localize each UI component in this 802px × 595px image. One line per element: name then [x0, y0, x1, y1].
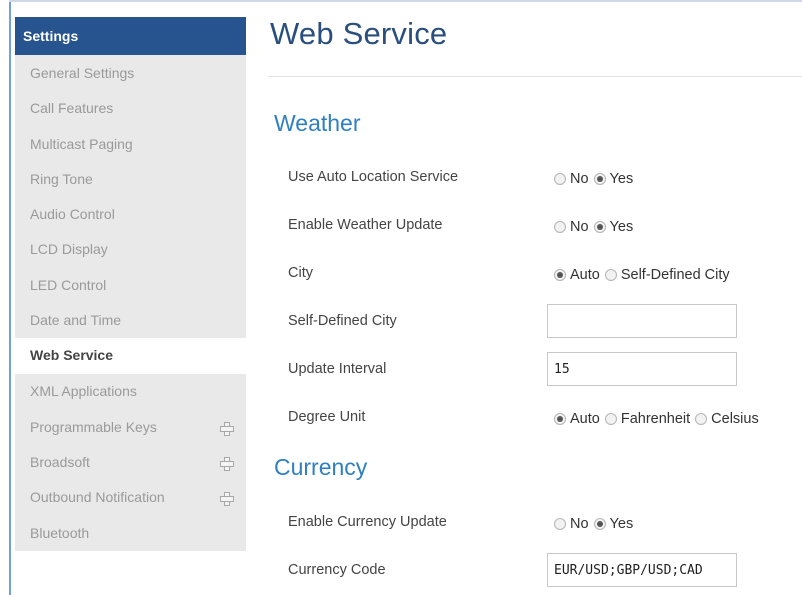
sidebar-item-label: Multicast Paging	[30, 135, 133, 152]
currency-update-label: Enable Currency Update	[288, 514, 447, 530]
auto-location-no-option[interactable]: No	[554, 171, 589, 187]
sidebar-item-label: General Settings	[30, 65, 135, 81]
sidebar-item-call-features[interactable]: Call Features	[15, 91, 246, 126]
sidebar-item-label: Audio Control	[30, 206, 115, 223]
page-title: Web Service	[270, 16, 448, 51]
main-content: Web Service Weather Use Auto Location Se…	[268, 0, 802, 595]
plus-icon[interactable]	[220, 456, 234, 471]
auto-location-yes-option[interactable]: Yes	[593, 171, 633, 187]
radio-button-checked[interactable]	[593, 221, 606, 233]
auto-location-label: Use Auto Location Service	[288, 169, 459, 185]
currency-code-label: Currency Code	[288, 562, 386, 578]
radio-button-checked[interactable]	[554, 413, 566, 425]
degree-auto-option[interactable]: Auto	[554, 411, 600, 427]
sidebar-item-label: Call Features	[30, 100, 114, 117]
sidebar-item-programmable-keys[interactable]: Programmable Keys	[15, 410, 246, 445]
degree-unit-radio-group: Auto Fahrenheit Celsius	[554, 411, 764, 427]
plus-icon[interactable]	[220, 492, 234, 507]
sidebar-header: Settings	[15, 17, 246, 55]
weather-update-radio-group: No Yes	[554, 219, 638, 235]
currency-update-no-option[interactable]: No	[554, 516, 589, 532]
sidebar-item-label: LCD Display	[30, 241, 108, 258]
degree-unit-label: Degree Unit	[288, 409, 366, 425]
settings-sidebar: Settings General Settings Call Features …	[15, 17, 246, 551]
section-title-currency: Currency	[274, 454, 368, 480]
sidebar-item-bluetooth[interactable]: Bluetooth	[15, 516, 246, 551]
self-defined-city-input[interactable]	[547, 304, 737, 338]
sidebar-item-label: Outbound Notification	[30, 489, 165, 506]
title-divider	[268, 76, 802, 77]
sidebar-item-multicast-paging[interactable]: Multicast Paging	[15, 127, 246, 162]
window-left-border	[9, 0, 11, 595]
radio-button[interactable]	[554, 221, 566, 233]
radio-button-checked[interactable]	[593, 173, 606, 185]
sidebar-item-label: Web Service	[30, 347, 114, 364]
sidebar-item-label: Bluetooth	[30, 524, 90, 541]
update-interval-input[interactable]: 15	[547, 352, 737, 386]
sidebar-item-web-service[interactable]: Web Service	[15, 338, 246, 375]
sidebar-item-label: LED Control	[30, 276, 107, 293]
sidebar-item-lcd-display[interactable]: LCD Display	[15, 232, 246, 267]
sidebar-menu: General Settings Call Features Multicast…	[15, 55, 246, 551]
plus-icon[interactable]	[220, 421, 234, 436]
radio-button[interactable]	[604, 413, 617, 425]
sidebar-item-label: Broadsoft	[30, 453, 90, 470]
self-defined-city-label: Self-Defined City	[288, 313, 397, 329]
update-interval-label: Update Interval	[288, 361, 387, 377]
sidebar-item-label: XML Applications	[30, 383, 137, 400]
weather-update-yes-option[interactable]: Yes	[593, 219, 633, 235]
sidebar-item-led-control[interactable]: LED Control	[15, 268, 246, 303]
weather-update-no-option[interactable]: No	[554, 219, 589, 235]
auto-location-radio-group: No Yes	[554, 171, 638, 187]
currency-code-input[interactable]: EUR/USD;GBP/USD;CAD	[547, 553, 737, 587]
sidebar-item-broadsoft[interactable]: Broadsoft	[15, 445, 246, 480]
city-self-defined-option[interactable]: Self-Defined City	[604, 267, 730, 283]
radio-button-checked[interactable]	[554, 269, 566, 281]
city-auto-option[interactable]: Auto	[554, 267, 600, 283]
radio-button[interactable]	[554, 518, 566, 530]
sidebar-item-audio-control[interactable]: Audio Control	[15, 197, 246, 232]
currency-update-yes-option[interactable]: Yes	[593, 516, 633, 532]
sidebar-item-label: Date and Time	[30, 312, 122, 329]
city-label: City	[288, 265, 313, 281]
sidebar-item-date-and-time[interactable]: Date and Time	[15, 303, 246, 338]
weather-update-label: Enable Weather Update	[288, 217, 443, 233]
radio-button-checked[interactable]	[593, 518, 606, 530]
city-radio-group: Auto Self-Defined City	[554, 267, 735, 283]
sidebar-item-label: Programmable Keys	[30, 418, 157, 435]
section-title-weather: Weather	[274, 110, 361, 136]
sidebar-item-outbound-notification[interactable]: Outbound Notification	[15, 480, 246, 515]
radio-button[interactable]	[554, 173, 566, 185]
sidebar-item-general-settings[interactable]: General Settings	[15, 56, 246, 91]
currency-update-radio-group: No Yes	[554, 516, 638, 532]
radio-button[interactable]	[604, 269, 617, 281]
sidebar-item-xml-applications[interactable]: XML Applications	[15, 374, 246, 409]
radio-button[interactable]	[695, 413, 708, 425]
sidebar-item-ring-tone[interactable]: Ring Tone	[15, 162, 246, 197]
degree-celsius-option[interactable]: Celsius	[695, 411, 759, 427]
sidebar-item-label: Ring Tone	[30, 170, 93, 187]
degree-fahrenheit-option[interactable]: Fahrenheit	[604, 411, 690, 427]
